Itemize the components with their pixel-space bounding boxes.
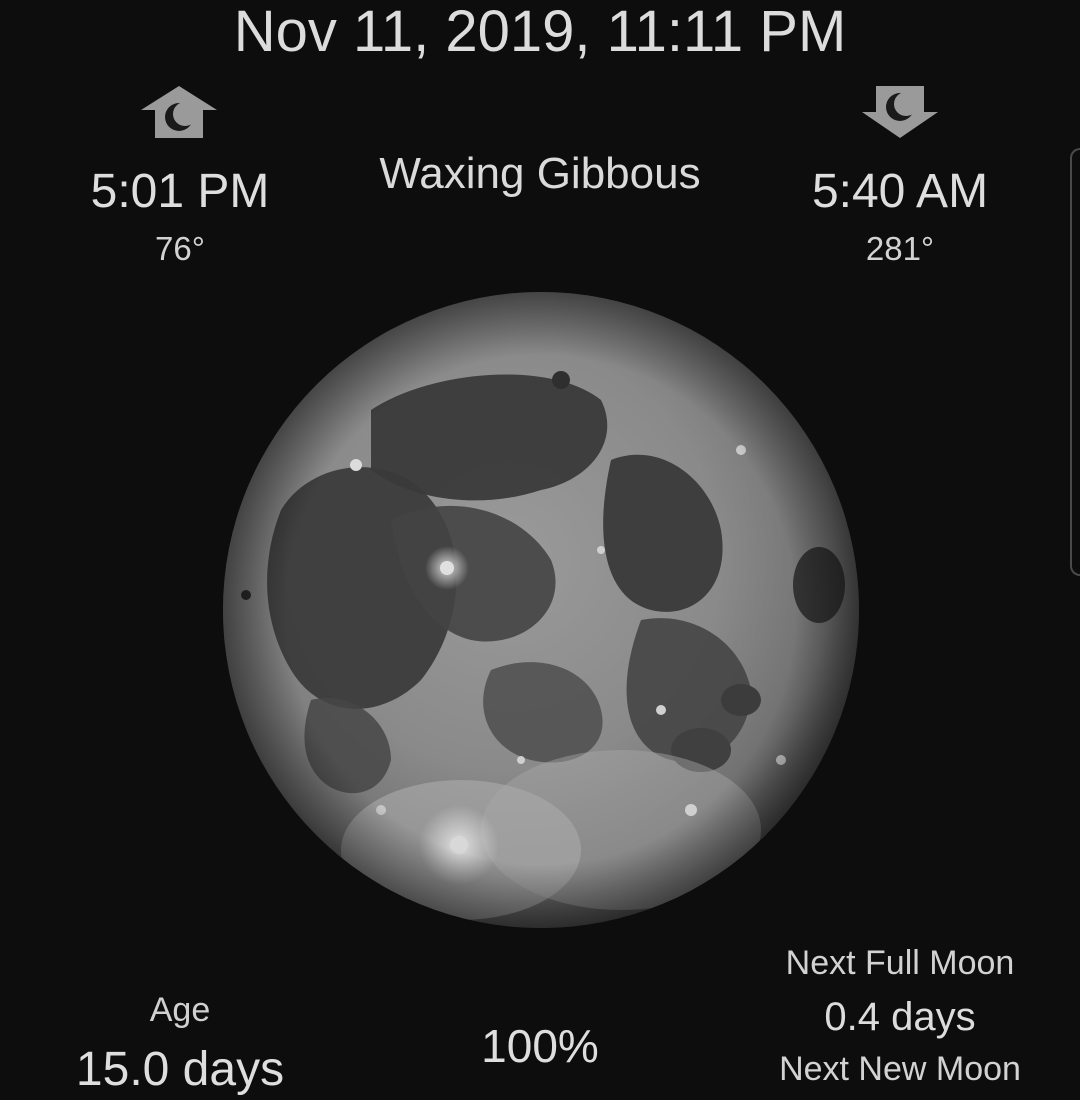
next-full-moon-value: 0.4 days	[824, 995, 976, 1039]
age-label: Age	[149, 991, 211, 1029]
illumination-percent: 100%	[481, 1020, 599, 1072]
date-time-header[interactable]: Nov 11, 2019, 11:11 PM	[234, 0, 847, 64]
moonset-azimuth: 281°	[865, 230, 935, 267]
moonrise-time: 5:01 PM	[90, 165, 270, 218]
edge-panel-handle[interactable]	[1070, 148, 1080, 576]
moonrise-azimuth: 76°	[155, 230, 205, 267]
moonrise-icon	[139, 84, 219, 140]
next-new-moon-label: Next New Moon	[779, 1050, 1021, 1088]
age-value: 15.0 days	[75, 1043, 285, 1096]
moon-phase-name: Waxing Gibbous	[379, 149, 701, 198]
moonset-time: 5:40 AM	[811, 165, 989, 218]
next-full-moon-label: Next Full Moon	[785, 944, 1015, 982]
moonset-icon	[860, 84, 940, 140]
moon-phase-image[interactable]	[221, 290, 861, 930]
